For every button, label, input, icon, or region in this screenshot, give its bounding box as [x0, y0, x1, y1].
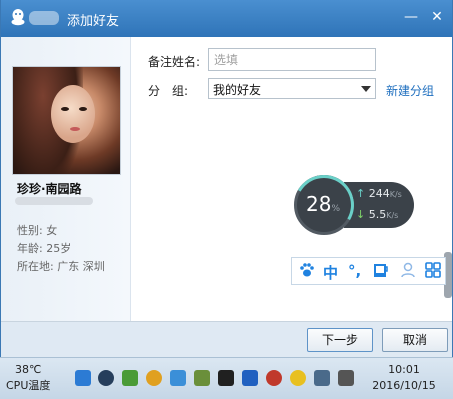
cpu-temp: 38℃ CPU温度 — [6, 363, 51, 392]
security-shield-icon[interactable] — [122, 370, 138, 386]
steam-icon[interactable] — [98, 370, 114, 386]
grid-icon[interactable] — [425, 262, 441, 282]
paw-icon[interactable] — [299, 262, 315, 282]
chevron-down-icon — [361, 86, 371, 92]
system-clock[interactable]: 10:01 2016/10/15 — [360, 362, 448, 394]
nickname: 珍珍·南园路 — [17, 182, 82, 196]
nvidia-icon[interactable] — [218, 370, 234, 386]
cup-icon[interactable] — [373, 262, 389, 282]
close-button[interactable]: ✕ — [426, 6, 448, 28]
title-bar: 添加好友 — ✕ — [1, 0, 452, 37]
user-icon[interactable] — [400, 262, 416, 282]
group-label: 分 组: — [148, 84, 189, 98]
nickname-underline — [15, 197, 93, 205]
usage-percent: 28% — [306, 192, 341, 216]
blurred-name — [29, 11, 59, 25]
add-friend-dialog: 添加好友 — ✕ 珍珍·南园路 性别: 女 年龄: 25岁 所在地: 广东 深圳… — [0, 0, 453, 357]
taskbar: 38℃ CPU温度 10:01 2016/10/15 — [0, 357, 453, 399]
remark-label: 备注姓名: — [148, 55, 201, 69]
download-speed: ↓ 5.5K/s — [356, 208, 399, 221]
age-text: 年龄: 25岁 — [17, 242, 72, 255]
minimize-button[interactable]: — — [400, 6, 422, 28]
volume-icon[interactable] — [338, 370, 354, 386]
location-text: 所在地: 广东 深圳 — [17, 260, 105, 273]
cancel-button[interactable]: 取消 — [382, 328, 448, 352]
browser-icon[interactable] — [146, 370, 162, 386]
arrow-up-icon: ↑ — [356, 187, 366, 200]
group-select[interactable]: 我的好友 — [208, 78, 376, 99]
gender-text: 性别: 女 — [17, 224, 58, 237]
new-group-link[interactable]: 新建分组 — [386, 82, 434, 99]
dialog-footer: 下一步 取消 — [1, 321, 452, 357]
network-icon[interactable] — [314, 370, 330, 386]
upload-speed: ↑ 244K/s — [356, 187, 402, 200]
speed-monitor-widget[interactable]: 28% ↑ 244K/s ↓ 5.5K/s — [287, 168, 414, 242]
remark-input[interactable] — [208, 48, 376, 71]
package-icon[interactable] — [170, 370, 186, 386]
qq-icon — [11, 9, 25, 26]
ime-punctuation[interactable]: °, — [348, 262, 361, 280]
shield-icon[interactable] — [75, 370, 91, 386]
qq-tray-icon[interactable] — [266, 370, 282, 386]
profile-panel: 珍珍·南园路 性别: 女 年龄: 25岁 所在地: 广东 深圳 — [1, 37, 131, 321]
avatar — [12, 66, 121, 175]
window-title: 添加好友 — [67, 14, 120, 29]
ime-mode-chinese[interactable]: 中 — [323, 262, 338, 283]
plus-icon[interactable] — [290, 370, 306, 386]
film-icon[interactable] — [242, 370, 258, 386]
game-icon[interactable] — [194, 370, 210, 386]
next-button[interactable]: 下一步 — [307, 328, 373, 352]
group-select-value: 我的好友 — [213, 83, 262, 97]
arrow-down-icon: ↓ — [356, 208, 366, 221]
ime-toolbar[interactable]: 中 °, — [291, 257, 446, 285]
